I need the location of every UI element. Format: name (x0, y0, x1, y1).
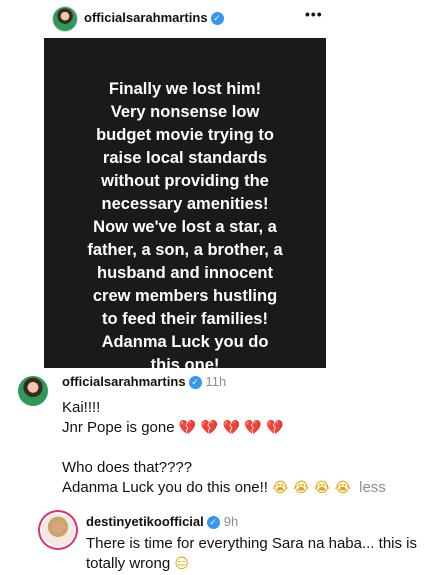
verified-badge-icon: ✓ (206, 516, 220, 530)
more-options-icon[interactable]: ••• (305, 6, 323, 22)
broken-heart-emoji-icon: 💔 💔 💔 💔 💔 (178, 420, 284, 436)
comment-timestamp: 11h (205, 374, 227, 389)
post-text-line: to feed their families! (102, 310, 268, 328)
comment-text-line: There is time for everything Sara na hab… (86, 534, 436, 574)
post-text-line: father, a son, a brother, a (87, 241, 283, 259)
commenter-username[interactable]: destinyetikoofficial (86, 514, 204, 529)
comment-text-line: Kai!!!! (62, 399, 101, 416)
post-author-username[interactable]: officialsarahmartins ✓ (84, 10, 224, 26)
comment-text-line: Jnr Pope is gone 💔 💔 💔 💔 💔 (62, 418, 284, 438)
post-text-line: budget movie trying to (96, 126, 274, 144)
post-text-line: without providing the (101, 172, 269, 190)
comment-text: Jnr Pope is gone (62, 419, 175, 436)
post-text-line: Very nonsense low (110, 103, 260, 121)
verified-badge-icon: ✓ (188, 376, 202, 390)
expressionless-face-emoji-icon: 😑 (174, 556, 189, 572)
post-author-username-text[interactable]: officialsarahmartins (84, 10, 208, 25)
less-toggle-button[interactable]: less (359, 479, 386, 496)
post-text-line: Finally we lost him! (108, 80, 262, 98)
post-image[interactable]: Finally we lost him! Very nonsense low b… (44, 38, 326, 374)
commenter-username[interactable]: officialsarahmartins (62, 374, 186, 389)
commenter-avatar[interactable] (18, 376, 48, 406)
post-text-line: husband and innocent (97, 264, 273, 282)
comment-timestamp: 9h (223, 514, 239, 529)
post-header: officialsarahmartins ✓ ••• (0, 0, 448, 36)
post-author-avatar[interactable] (52, 6, 78, 32)
comment-text-line: Adanma Luck you do this one!! 😭 😭 😭 😭 le… (62, 478, 386, 498)
post-text-line: raise local standards (102, 149, 268, 167)
post-image-text: Finally we lost him! Very nonsense low b… (54, 78, 316, 377)
comment-header: officialsarahmartins ✓ 11h (62, 374, 227, 390)
comment-header: destinyetikoofficial ✓ 9h (86, 514, 239, 530)
post-text-line: Now we've lost a star, a (93, 218, 277, 236)
comment-text: Adanma Luck you do this one!! (62, 479, 268, 496)
post-text-line: crew members hustling (92, 287, 278, 305)
verified-badge-icon: ✓ (210, 12, 224, 26)
commenter-avatar[interactable] (42, 514, 74, 546)
comment-text: There is time for everything Sara na hab… (86, 535, 417, 572)
post-text-line: necessary amenities! (101, 195, 269, 213)
comment-text-line: Who does that???? (62, 459, 193, 476)
post-text-line: Adanma Luck you do (101, 333, 269, 351)
crying-face-emoji-icon: 😭 😭 😭 😭 (272, 480, 351, 496)
